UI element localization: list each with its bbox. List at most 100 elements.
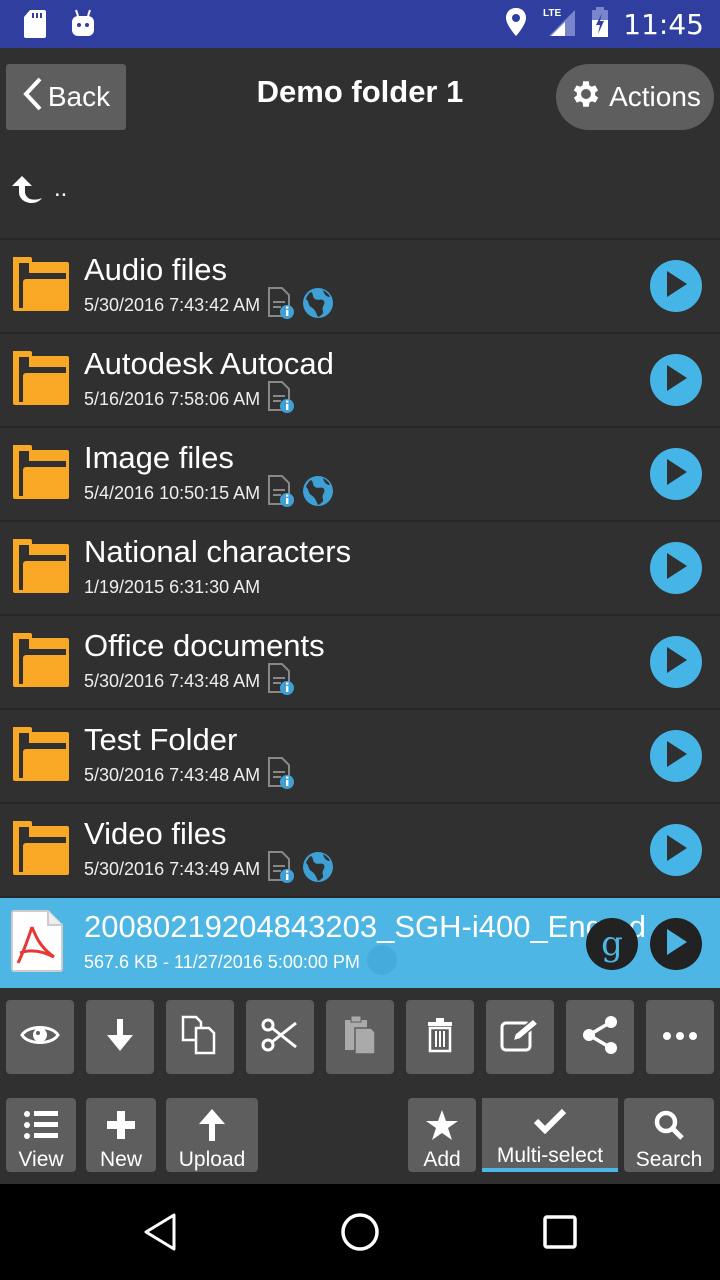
plus-icon: [106, 1102, 136, 1148]
folder-name: National characters: [84, 534, 352, 569]
file-meta: 567.6 KB - 11/27/2016 5:00:00 PM: [84, 951, 360, 972]
folder-row[interactable]: Image files 5/4/2016 10:50:15 AM: [0, 428, 720, 522]
circle-home-icon: [340, 1212, 380, 1257]
open-file-button[interactable]: [650, 918, 702, 970]
up-arrow-icon: [10, 174, 44, 209]
open-folder-button[interactable]: [650, 260, 702, 312]
play-icon: [663, 927, 689, 962]
folder-date: 5/16/2016 7:58:06 AM: [84, 388, 261, 409]
folder-row[interactable]: Test Folder 5/30/2016 7:43:48 AM: [0, 710, 720, 804]
rename-button[interactable]: [486, 1000, 554, 1074]
folder-date: 5/30/2016 7:43:49 AM: [84, 858, 261, 879]
search-label: Search: [635, 1148, 703, 1171]
google-button[interactable]: g: [586, 918, 638, 970]
folder-name: Test Folder: [84, 722, 238, 757]
android-icon: [70, 8, 96, 45]
copy-button[interactable]: [166, 1000, 234, 1074]
folder-row[interactable]: Office documents 5/30/2016 7:43:48 AM: [0, 616, 720, 710]
pdf-file-icon: [10, 909, 64, 978]
scissors-icon: [260, 1017, 300, 1058]
share-icon: [580, 1015, 620, 1060]
actions-button[interactable]: Actions: [556, 64, 714, 130]
globe-icon[interactable]: [302, 851, 334, 888]
file-info-icon[interactable]: [266, 662, 296, 701]
open-folder-button[interactable]: [650, 730, 702, 782]
trash-icon: [426, 1017, 454, 1058]
file-info-icon[interactable]: [266, 286, 296, 325]
multiselect-label: Multi-select: [496, 1144, 604, 1167]
folder-date: 5/30/2016 7:43:42 AM: [84, 294, 261, 315]
system-navigation-bar: [0, 1184, 720, 1280]
folder-row[interactable]: Video files 5/30/2016 7:43:49 AM: [0, 804, 720, 898]
play-icon: [663, 457, 689, 492]
play-icon: [663, 739, 689, 774]
upload-button[interactable]: Upload: [166, 1098, 258, 1172]
play-icon: [663, 645, 689, 680]
square-recents-icon: [542, 1214, 578, 1255]
search-icon: [653, 1102, 685, 1148]
actions-label: Actions: [609, 81, 701, 112]
view-mode-button[interactable]: View: [6, 1098, 76, 1172]
folder-name: Video files: [84, 816, 227, 851]
folder-date: 5/4/2016 10:50:15 AM: [84, 482, 261, 503]
nav-home-button[interactable]: [338, 1212, 382, 1256]
battery-charging-icon: [591, 6, 609, 43]
triangle-back-icon: [142, 1212, 178, 1257]
folder-name: Office documents: [84, 628, 325, 663]
file-list: .. Audio files 5/30/2016 7:43:42 AM Autode…: [0, 144, 720, 990]
parent-folder-label: ..: [54, 175, 68, 202]
upload-label: Upload: [178, 1148, 246, 1171]
new-label: New: [99, 1148, 142, 1171]
share-button[interactable]: [566, 1000, 634, 1074]
more-button[interactable]: [646, 1000, 714, 1074]
folder-date: 1/19/2015 6:31:30 AM: [84, 576, 261, 597]
add-favorite-button[interactable]: Add: [408, 1098, 476, 1172]
parent-folder-row[interactable]: ..: [0, 144, 720, 240]
open-folder-button[interactable]: [650, 448, 702, 500]
selected-file-row[interactable]: 20080219204843203_SGH-i400_Eng.pdf 567.6…: [0, 898, 720, 990]
globe-icon[interactable]: [302, 287, 334, 324]
paste-button[interactable]: [326, 1000, 394, 1074]
folder-icon: [10, 629, 72, 696]
add-label: Add: [423, 1148, 461, 1171]
folder-row[interactable]: Audio files 5/30/2016 7:43:42 AM: [0, 240, 720, 334]
clock: 11:45: [623, 8, 704, 41]
folder-name: Image files: [84, 440, 234, 475]
file-info-icon[interactable]: [266, 756, 296, 795]
app-header: Back Demo folder 1 Actions: [0, 48, 720, 144]
view-file-button[interactable]: [6, 1000, 74, 1074]
new-button[interactable]: New: [86, 1098, 156, 1172]
star-icon: [425, 1102, 459, 1148]
delete-button[interactable]: [406, 1000, 474, 1074]
open-folder-button[interactable]: [650, 354, 702, 406]
location-icon: [505, 7, 527, 42]
folder-icon: [10, 817, 72, 884]
cut-button[interactable]: [246, 1000, 314, 1074]
open-folder-button[interactable]: [650, 824, 702, 876]
play-icon: [663, 551, 689, 586]
nav-recents-button[interactable]: [538, 1212, 582, 1256]
sd-card-icon: [22, 8, 48, 45]
search-button[interactable]: Search: [624, 1098, 714, 1172]
file-info-icon[interactable]: [266, 380, 296, 419]
paste-icon: [343, 1014, 377, 1061]
folder-icon: [10, 347, 72, 414]
folder-row[interactable]: National characters 1/19/2015 6:31:30 AM: [0, 522, 720, 616]
open-folder-button[interactable]: [650, 542, 702, 594]
checkmark-icon: [533, 1098, 567, 1144]
file-info-icon[interactable]: [266, 850, 296, 889]
folder-row[interactable]: Autodesk Autocad 5/16/2016 7:58:06 AM: [0, 334, 720, 428]
multi-select-button[interactable]: Multi-select: [482, 1098, 618, 1172]
download-button[interactable]: [86, 1000, 154, 1074]
globe-icon[interactable]: [302, 475, 334, 512]
open-folder-button[interactable]: [650, 636, 702, 688]
nav-back-button[interactable]: [138, 1212, 182, 1256]
folder-icon: [10, 535, 72, 602]
file-info-icon[interactable]: [266, 474, 296, 513]
play-icon: [663, 269, 689, 304]
folder-date: 5/30/2016 7:43:48 AM: [84, 764, 261, 785]
folder-name: Autodesk Autocad: [84, 346, 334, 381]
play-icon: [663, 363, 689, 398]
more-icon: [662, 1028, 698, 1046]
folder-date: 5/30/2016 7:43:48 AM: [84, 670, 261, 691]
